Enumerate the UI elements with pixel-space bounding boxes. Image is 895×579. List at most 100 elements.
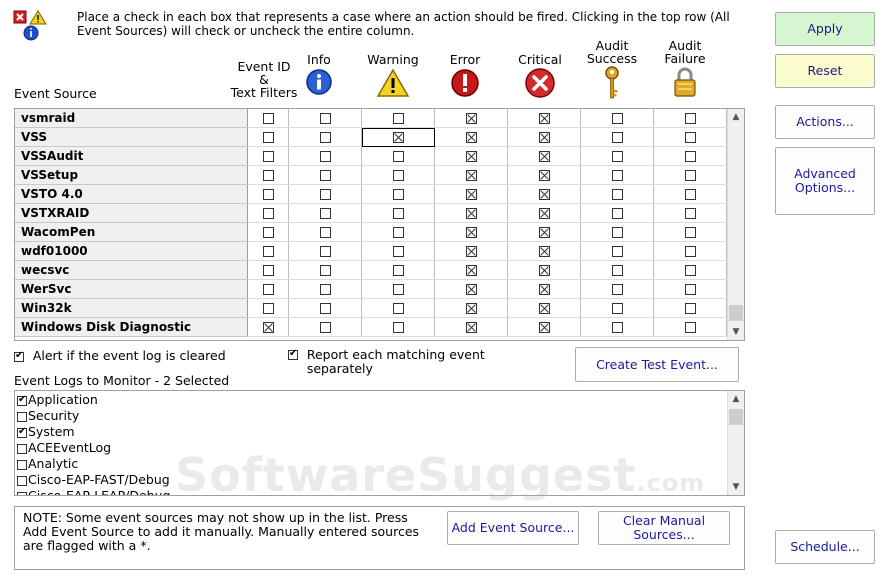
event-source-name[interactable]: VSSAudit: [15, 146, 248, 166]
action-checkbox[interactable]: [538, 113, 550, 124]
grid-cell[interactable]: [580, 184, 654, 204]
action-checkbox[interactable]: [538, 132, 550, 143]
action-checkbox[interactable]: [684, 265, 696, 276]
list-item[interactable]: Cisco-EAP-FAST/Debug: [17, 472, 170, 488]
grid-cell[interactable]: [288, 146, 362, 166]
grid-cell[interactable]: [507, 184, 581, 204]
report-each-option[interactable]: Report each matching event separately: [288, 347, 485, 376]
grid-cell[interactable]: [507, 165, 581, 185]
action-checkbox[interactable]: [465, 113, 477, 124]
column-header-info[interactable]: Info: [294, 53, 344, 98]
grid-cell[interactable]: [653, 279, 727, 299]
action-checkbox[interactable]: [684, 132, 696, 143]
action-checkbox[interactable]: [392, 246, 404, 257]
action-checkbox[interactable]: [262, 322, 274, 333]
action-checkbox[interactable]: [319, 151, 331, 162]
action-checkbox[interactable]: [319, 227, 331, 238]
action-checkbox[interactable]: [465, 303, 477, 314]
list-item[interactable]: ACEEventLog: [17, 440, 111, 456]
action-checkbox[interactable]: [319, 284, 331, 295]
scroll-down-icon[interactable]: ▼: [728, 324, 744, 340]
action-checkbox[interactable]: [684, 208, 696, 219]
grid-scroll-thumb[interactable]: [729, 305, 743, 321]
action-checkbox[interactable]: [465, 132, 477, 143]
action-checkbox[interactable]: [684, 246, 696, 257]
logs-scroll-down-icon[interactable]: ▼: [728, 479, 744, 495]
action-checkbox[interactable]: [538, 284, 550, 295]
grid-cell[interactable]: [580, 241, 654, 261]
event-log-checkbox[interactable]: [17, 443, 27, 454]
action-checkbox[interactable]: [392, 227, 404, 238]
action-checkbox[interactable]: [684, 303, 696, 314]
action-checkbox[interactable]: [465, 265, 477, 276]
grid-cell[interactable]: [653, 146, 727, 166]
action-checkbox[interactable]: [684, 189, 696, 200]
grid-cell[interactable]: [434, 203, 508, 223]
action-checkbox[interactable]: [392, 189, 404, 200]
action-checkbox[interactable]: [611, 113, 623, 124]
action-checkbox[interactable]: [262, 303, 274, 314]
action-checkbox[interactable]: [611, 303, 623, 314]
action-checkbox[interactable]: [611, 208, 623, 219]
action-checkbox[interactable]: [611, 151, 623, 162]
event-source-name[interactable]: Win32k: [15, 298, 248, 318]
grid-cell[interactable]: [580, 165, 654, 185]
action-checkbox[interactable]: [684, 322, 696, 333]
action-checkbox[interactable]: [319, 132, 331, 143]
action-checkbox[interactable]: [319, 265, 331, 276]
grid-cell[interactable]: [288, 184, 362, 204]
list-item[interactable]: Cisco-EAP-LEAP/Debug: [17, 488, 170, 495]
action-checkbox[interactable]: [392, 208, 404, 219]
grid-cell[interactable]: [288, 279, 362, 299]
grid-cell[interactable]: [361, 203, 435, 223]
grid-cell[interactable]: [507, 109, 581, 128]
grid-cell[interactable]: [507, 203, 581, 223]
column-header-audit-success[interactable]: Audit Success: [583, 39, 641, 102]
grid-cell[interactable]: [434, 241, 508, 261]
event-source-name[interactable]: VSS: [15, 127, 248, 147]
event-source-name[interactable]: VSSetup: [15, 165, 248, 185]
grid-cell[interactable]: [434, 279, 508, 299]
grid-cell[interactable]: [288, 127, 362, 147]
list-item[interactable]: System: [17, 424, 75, 440]
grid-cell[interactable]: [288, 241, 362, 261]
action-checkbox[interactable]: [611, 322, 623, 333]
grid-cell[interactable]: [361, 127, 435, 147]
grid-cell[interactable]: [580, 222, 654, 242]
grid-cell[interactable]: [247, 146, 289, 166]
grid-cell[interactable]: [507, 317, 581, 337]
grid-cell[interactable]: [580, 109, 654, 128]
action-checkbox[interactable]: [392, 265, 404, 276]
action-checkbox[interactable]: [392, 322, 404, 333]
grid-cell[interactable]: [507, 260, 581, 280]
grid-cell[interactable]: [653, 260, 727, 280]
report-each-checkbox[interactable]: [288, 347, 298, 361]
action-checkbox[interactable]: [611, 265, 623, 276]
grid-cell[interactable]: [434, 260, 508, 280]
action-checkbox[interactable]: [262, 113, 274, 124]
grid-cell[interactable]: [580, 260, 654, 280]
event-source-name[interactable]: Windows Disk Diagnostic: [15, 317, 248, 337]
grid-cell[interactable]: [361, 317, 435, 337]
column-header-warning[interactable]: Warning: [362, 53, 424, 100]
grid-cell[interactable]: [434, 127, 508, 147]
event-log-checkbox[interactable]: [17, 393, 27, 407]
add-event-source-button[interactable]: Add Event Source...: [447, 511, 579, 545]
grid-cell[interactable]: [288, 260, 362, 280]
grid-cell[interactable]: [361, 222, 435, 242]
grid-cell[interactable]: [247, 165, 289, 185]
action-checkbox[interactable]: [538, 246, 550, 257]
action-checkbox[interactable]: [684, 151, 696, 162]
action-checkbox[interactable]: [538, 322, 550, 333]
grid-cell[interactable]: [288, 165, 362, 185]
action-checkbox[interactable]: [262, 265, 274, 276]
action-checkbox[interactable]: [262, 132, 274, 143]
event-source-name[interactable]: vsmraid: [15, 109, 248, 128]
action-checkbox[interactable]: [392, 113, 404, 124]
grid-cell[interactable]: [507, 241, 581, 261]
event-log-checkbox[interactable]: [17, 459, 27, 470]
action-checkbox[interactable]: [392, 151, 404, 162]
grid-cell[interactable]: [247, 127, 289, 147]
alert-log-cleared-option[interactable]: Alert if the event log is cleared: [14, 348, 226, 363]
action-checkbox[interactable]: [262, 246, 274, 257]
